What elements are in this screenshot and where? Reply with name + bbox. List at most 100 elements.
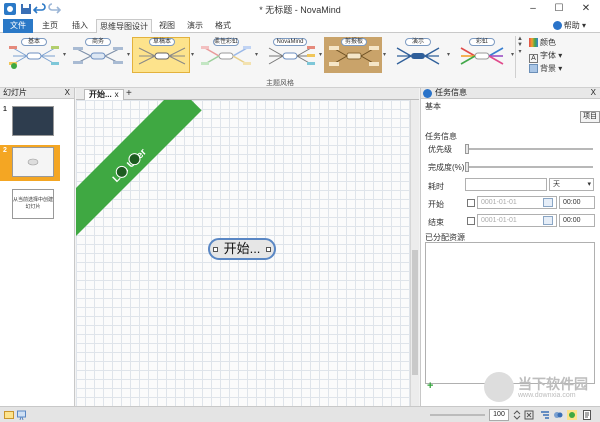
priority-label: 优先级: [428, 145, 452, 154]
maximize-button[interactable]: ☐: [546, 0, 572, 18]
zoom-value[interactable]: 100: [489, 409, 509, 421]
background-label: 背景 ▾: [540, 64, 563, 73]
mindmap-canvas[interactable]: Lite User 开始...: [76, 100, 410, 406]
calendar-icon[interactable]: [543, 198, 553, 207]
project-button[interactable]: 项目: [580, 111, 600, 123]
add-tab-button[interactable]: +: [126, 88, 132, 99]
theme-rainbow[interactable]: 彩虹: [452, 37, 510, 73]
duration-label: 耗时: [428, 182, 444, 191]
theme-preview: [396, 47, 440, 65]
end-time-input[interactable]: 00:00: [559, 214, 595, 227]
new-slide-from-selection[interactable]: 从当前选择中创建幻灯片: [0, 187, 60, 223]
minimize-button[interactable]: –: [520, 0, 546, 18]
tab-insert[interactable]: 插入: [66, 19, 94, 33]
slide-thumbnail[interactable]: 1: [0, 104, 60, 140]
map-view-icon[interactable]: [540, 410, 550, 420]
close-button[interactable]: ✕: [573, 0, 599, 18]
slider-knob[interactable]: [465, 162, 469, 172]
watermark: 当下软件园 www.downxia.com: [484, 372, 600, 404]
start-checkbox[interactable]: [467, 199, 475, 207]
background-icon: [529, 64, 538, 73]
duration-input[interactable]: [465, 178, 547, 191]
start-time-value: 00:00: [563, 199, 581, 206]
tab-mindmap-design[interactable]: 思维导图设计: [96, 19, 152, 34]
slides-view-icon[interactable]: [4, 410, 14, 420]
info-icon: [423, 89, 432, 98]
close-panel-button[interactable]: X: [591, 88, 596, 98]
resize-handle[interactable]: [266, 247, 271, 252]
task-panel-title: 任务信息: [435, 88, 467, 97]
theme-novamind[interactable]: NovaMind: [260, 37, 318, 73]
outline-view-icon[interactable]: [553, 410, 563, 420]
help-icon: [552, 21, 562, 30]
more-arrow-icon[interactable]: ▾: [127, 51, 131, 58]
tab-present[interactable]: 演示: [182, 19, 208, 33]
theme-basic[interactable]: 基本: [4, 37, 62, 73]
close-tab-button[interactable]: x: [115, 90, 119, 99]
more-arrow-icon[interactable]: ▾: [63, 51, 67, 58]
fit-view-icon[interactable]: [524, 410, 534, 420]
scrollbar-thumb[interactable]: [412, 250, 418, 375]
slide-node-icon: [27, 158, 39, 166]
theme-label: 草稿本: [149, 38, 175, 46]
more-arrow-icon[interactable]: ▾: [255, 51, 259, 58]
theme-label: NovaMind: [273, 38, 307, 46]
end-checkbox[interactable]: [467, 217, 475, 225]
start-time-input[interactable]: 00:00: [559, 196, 595, 209]
slide-number: 2: [3, 147, 7, 154]
background-button[interactable]: 背景 ▾: [529, 63, 562, 74]
help-menu[interactable]: 帮助 ▾: [552, 20, 586, 31]
priority-slider[interactable]: [465, 144, 593, 154]
task-panel-header: 任务信息 X: [421, 88, 600, 99]
task-info-panel: 任务信息 X 基本 项目 任务信息 优先级 完成度(%) 耗时 天 ▾ 开始 00…: [420, 88, 600, 406]
theme-preview: [268, 46, 315, 65]
theme-clipboard[interactable]: 剪报板: [324, 37, 382, 73]
gallery-scroll[interactable]: ▲ ▼ ▾: [515, 36, 524, 78]
canvas-scrollbar[interactable]: [410, 100, 419, 406]
themes-view-icon[interactable]: [567, 410, 577, 420]
resize-handle[interactable]: [213, 247, 218, 252]
font-icon: A: [529, 54, 538, 63]
central-topic-node[interactable]: 开始...: [208, 238, 276, 260]
tab-home[interactable]: 主页: [36, 19, 64, 33]
end-time-value: 00:00: [563, 217, 581, 224]
slides-pane-title: 幻灯片: [3, 88, 27, 97]
theme-soft-rainbow[interactable]: 柔性彩虹: [196, 37, 254, 73]
document-tabs: 开始... x +: [76, 88, 419, 100]
color-button[interactable]: 颜色: [529, 37, 556, 48]
more-arrow-icon[interactable]: ▾: [191, 51, 195, 58]
start-label: 开始: [428, 200, 444, 209]
completion-slider[interactable]: [465, 162, 593, 172]
theme-label: 剪报板: [341, 38, 367, 46]
status-bar: 100: [0, 406, 600, 422]
slide-thumbnail-current[interactable]: 2: [0, 145, 60, 181]
theme-presentation[interactable]: 演示: [388, 37, 446, 73]
tab-format[interactable]: 格式: [210, 19, 236, 33]
more-arrow-icon[interactable]: ▾: [383, 51, 387, 58]
tab-file[interactable]: 文件: [3, 19, 33, 33]
theme-sketchbook[interactable]: 草稿本: [132, 37, 190, 73]
theme-label: 基本: [21, 38, 47, 46]
close-pane-button[interactable]: X: [65, 88, 70, 98]
present-view-icon[interactable]: [17, 410, 27, 420]
ribbon-group-label: 主题风格: [266, 80, 294, 87]
resources-list[interactable]: [425, 242, 595, 384]
slider-knob[interactable]: [465, 144, 469, 154]
more-arrow-icon[interactable]: ▾: [447, 51, 451, 58]
tab-view[interactable]: 视图: [154, 19, 180, 33]
document-tab[interactable]: 开始... x: [84, 89, 124, 100]
title-bar: * 无标题 - NovaMind – ☐ ✕: [0, 0, 600, 18]
more-arrow-icon[interactable]: ▾: [319, 51, 323, 58]
font-button[interactable]: A 字体 ▾: [529, 50, 562, 63]
theme-business[interactable]: 商务: [68, 37, 126, 73]
duration-unit-select[interactable]: 天 ▾: [549, 178, 594, 191]
zoom-stepper-icon[interactable]: [512, 410, 522, 420]
theme-preview: [460, 47, 504, 65]
zoom-slider[interactable]: [430, 414, 485, 416]
theme-preview: [201, 46, 251, 65]
add-resource-button[interactable]: +: [427, 380, 433, 392]
notes-view-icon[interactable]: [582, 410, 592, 420]
calendar-icon[interactable]: [543, 216, 553, 225]
ribbon-tabs: 文件 主页 插入 思维导图设计 视图 演示 格式 帮助 ▾: [0, 18, 600, 34]
color-label: 颜色: [540, 38, 556, 47]
